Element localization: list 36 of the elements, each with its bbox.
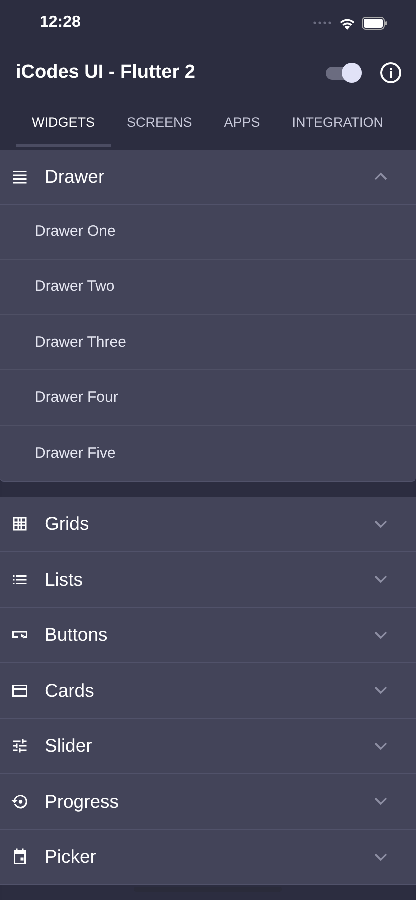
panel-header[interactable]: Picker — [0, 830, 416, 884]
chevron-icon — [374, 520, 388, 529]
drawer-item[interactable]: Drawer One — [0, 204, 416, 260]
drawer-item[interactable]: Drawer Five — [0, 426, 416, 481]
chevron-icon — [374, 852, 388, 862]
chevron-icon — [374, 797, 388, 806]
panel-header[interactable]: Buttons — [0, 608, 416, 662]
panel-header[interactable]: Grids — [0, 496, 416, 552]
chevron-icon — [374, 630, 388, 640]
chevron-icon — [374, 575, 388, 584]
signal-icon — [313, 21, 333, 25]
wifi-icon — [339, 16, 356, 30]
calendar-icon — [11, 848, 29, 866]
chevron-icon — [374, 172, 388, 182]
chevron-icon — [374, 686, 388, 696]
tab[interactable]: APPS — [208, 100, 276, 147]
grid-icon — [11, 515, 29, 534]
drawer-item[interactable]: Drawer Four — [0, 370, 416, 426]
info-icon[interactable] — [380, 62, 402, 84]
panel-header[interactable]: Cards — [0, 663, 416, 718]
tab[interactable]: INTEGRATION — [276, 100, 400, 147]
status-time: 12:28 — [40, 14, 81, 32]
panel-header[interactable]: Drawer — [0, 150, 416, 204]
drawer-item[interactable]: Drawer Two — [0, 260, 416, 316]
sliders-icon — [11, 737, 29, 756]
drawer-item[interactable]: Drawer Three — [0, 315, 416, 370]
panel-header[interactable]: Progress — [0, 774, 416, 829]
panel-header[interactable]: Lists — [0, 552, 416, 607]
theme-toggle[interactable] — [326, 62, 362, 84]
chevron-icon — [374, 742, 388, 751]
app-title: iCodes UI - Flutter 2 — [16, 62, 196, 84]
battery-icon — [362, 16, 388, 30]
tab[interactable]: SCREENS — [111, 100, 208, 147]
panel-header[interactable]: Slider — [0, 718, 416, 774]
tab[interactable]: WIDGETS — [16, 100, 111, 147]
history-icon — [11, 792, 29, 811]
